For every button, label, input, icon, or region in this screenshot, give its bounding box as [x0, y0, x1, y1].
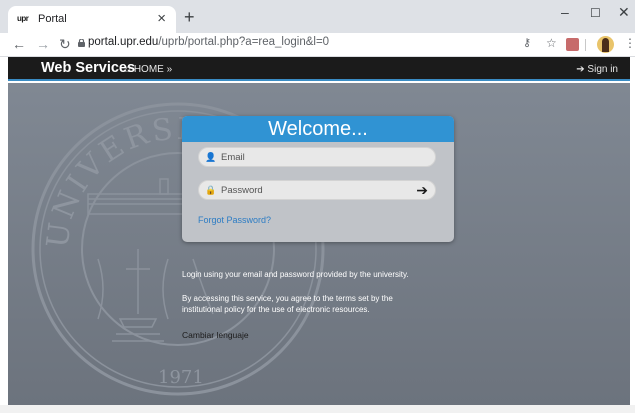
home-link[interactable]: ⌂ HOME »: [125, 64, 172, 75]
browser-tab-strip: upr Portal × + – ☐ ✕: [0, 0, 635, 33]
tab-title: Portal: [38, 13, 67, 25]
site-navbar: Web Services ⌂ HOME » ➔ Sign in: [8, 57, 630, 81]
new-tab-button[interactable]: +: [184, 7, 195, 28]
browser-bottom-edge: [0, 405, 635, 413]
terms-text-line-1: By accessing this service, you agree to …: [182, 294, 393, 303]
kebab-menu-icon[interactable]: ⋮: [624, 36, 635, 50]
sign-in-link[interactable]: ➔ Sign in: [576, 64, 618, 75]
forgot-password-link[interactable]: Forgot Password?: [198, 215, 271, 225]
home-link-label: HOME »: [133, 64, 173, 75]
url-host: portal.upr.edu: [88, 36, 159, 48]
key-icon[interactable]: ⚷: [523, 36, 531, 49]
pdf-extension-icon[interactable]: [566, 38, 579, 51]
sign-in-icon: ➔: [576, 64, 585, 75]
profile-avatar[interactable]: [597, 36, 614, 53]
close-icon[interactable]: ×: [157, 10, 166, 27]
forward-arrow-icon[interactable]: →: [36, 36, 50, 52]
password-input[interactable]: [221, 183, 401, 197]
star-icon[interactable]: ☆: [546, 36, 557, 50]
login-card: Welcome... 👤 🔒 ➔ Forgot Password?: [182, 116, 454, 242]
login-instructions: Login using your email and password prov…: [182, 270, 409, 279]
browser-toolbar: ← → ↻ portal.upr.edu/uprb/portal.php?a=r…: [0, 33, 635, 57]
change-language-link[interactable]: Cambiar lenguaje: [182, 330, 249, 340]
welcome-title: Welcome...: [268, 118, 368, 140]
page-background: UNIVERSIDAD DE PUERTO RICO 1971 Welcome.…: [8, 83, 630, 405]
terms-text-line-2: institutional policy for the use of elec…: [182, 305, 370, 314]
login-card-header: Welcome...: [182, 116, 454, 142]
sign-in-label: Sign in: [587, 64, 618, 75]
url-path: /uprb/portal.php?a=rea_login&l=0: [158, 36, 330, 48]
lock-icon: [78, 39, 85, 47]
sign-in-arrow-icon[interactable]: ➔: [416, 182, 428, 199]
maximize-button[interactable]: ☐: [590, 6, 601, 20]
email-input[interactable]: [221, 150, 401, 164]
toolbar-separator: [585, 39, 586, 51]
browser-tab[interactable]: upr Portal ×: [8, 6, 176, 33]
address-bar[interactable]: portal.upr.edu/uprb/portal.php?a=rea_log…: [88, 36, 329, 48]
lock-icon: 🔒: [205, 185, 217, 195]
brand-title[interactable]: Web Services: [41, 60, 135, 76]
minimize-button[interactable]: –: [561, 4, 569, 20]
email-field[interactable]: 👤: [198, 147, 436, 167]
upr-favicon-icon: upr: [17, 14, 29, 23]
user-icon: 👤: [205, 152, 217, 162]
close-window-button[interactable]: ✕: [618, 4, 630, 21]
password-field[interactable]: 🔒 ➔: [198, 180, 436, 200]
seal-year: 1971: [158, 367, 204, 388]
back-arrow-icon[interactable]: ←: [12, 36, 26, 52]
reload-icon[interactable]: ↻: [59, 36, 71, 53]
home-icon: ⌂: [125, 64, 132, 75]
